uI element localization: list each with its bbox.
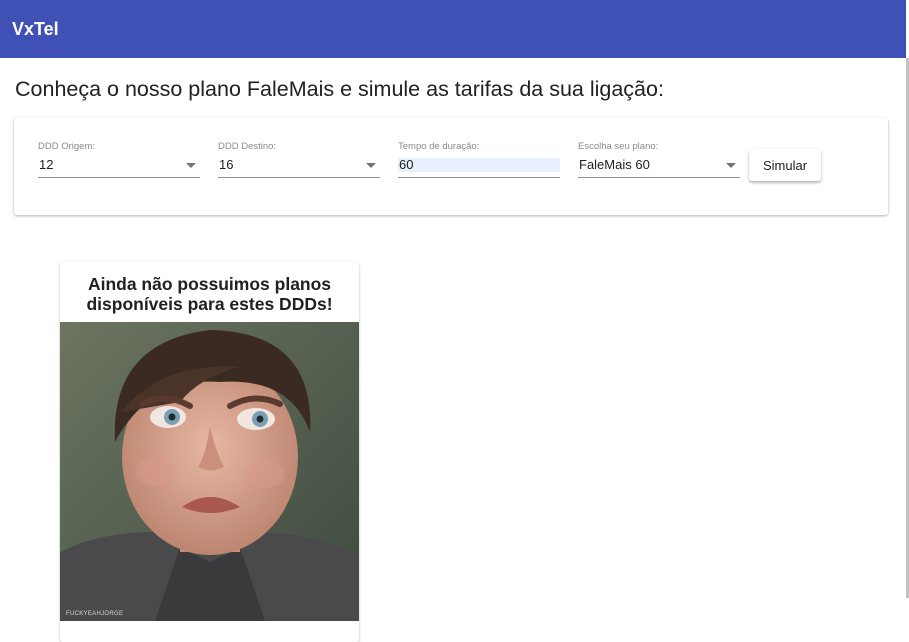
app-bar: VxTel xyxy=(0,0,906,58)
plano-select[interactable]: FaleMais 60 xyxy=(578,153,740,178)
image-credit: FUCKYEAHJORGE xyxy=(66,611,124,617)
ddd-origem-field: DDD Origem: 12 xyxy=(38,140,200,178)
plano-field: Escolha seu plano: FaleMais 60 xyxy=(578,140,740,178)
ddd-origem-value: 12 xyxy=(39,157,54,172)
simulation-form-card: DDD Origem: 12 DDD Destino: 16 Tempo de … xyxy=(14,118,888,215)
result-message: Ainda não possuimos planos disponíveis p… xyxy=(60,274,359,314)
sad-boy-image: FUCKYEAHJORGE xyxy=(60,322,359,621)
tempo-field: Tempo de duração: xyxy=(398,140,560,178)
tempo-input[interactable] xyxy=(398,158,560,172)
chevron-down-icon xyxy=(366,163,376,168)
plano-label: Escolha seu plano: xyxy=(578,141,659,152)
plano-value: FaleMais 60 xyxy=(579,157,650,172)
ddd-destino-select[interactable]: 16 xyxy=(218,153,380,178)
tempo-control xyxy=(398,153,560,178)
result-message-line2: disponíveis para estes DDDs! xyxy=(86,294,333,314)
result-message-line1: Ainda não possuimos planos xyxy=(87,274,332,294)
page-headline: Conheça o nosso plano FaleMais e simule … xyxy=(15,77,664,101)
ddd-origem-select[interactable]: 12 xyxy=(38,153,200,178)
sad-boy-illustration xyxy=(60,322,359,621)
ddd-destino-field: DDD Destino: 16 xyxy=(218,140,380,178)
app-title: VxTel xyxy=(12,18,59,39)
ddd-destino-value: 16 xyxy=(219,157,234,172)
result-card: Ainda não possuimos planos disponíveis p… xyxy=(60,262,359,642)
chevron-down-icon xyxy=(726,163,736,168)
chevron-down-icon xyxy=(186,163,196,168)
simular-button[interactable]: Simular xyxy=(749,149,821,181)
ddd-destino-label: DDD Destino: xyxy=(218,141,277,152)
tempo-label: Tempo de duração: xyxy=(398,141,480,152)
ddd-origem-label: DDD Origem: xyxy=(38,141,96,152)
